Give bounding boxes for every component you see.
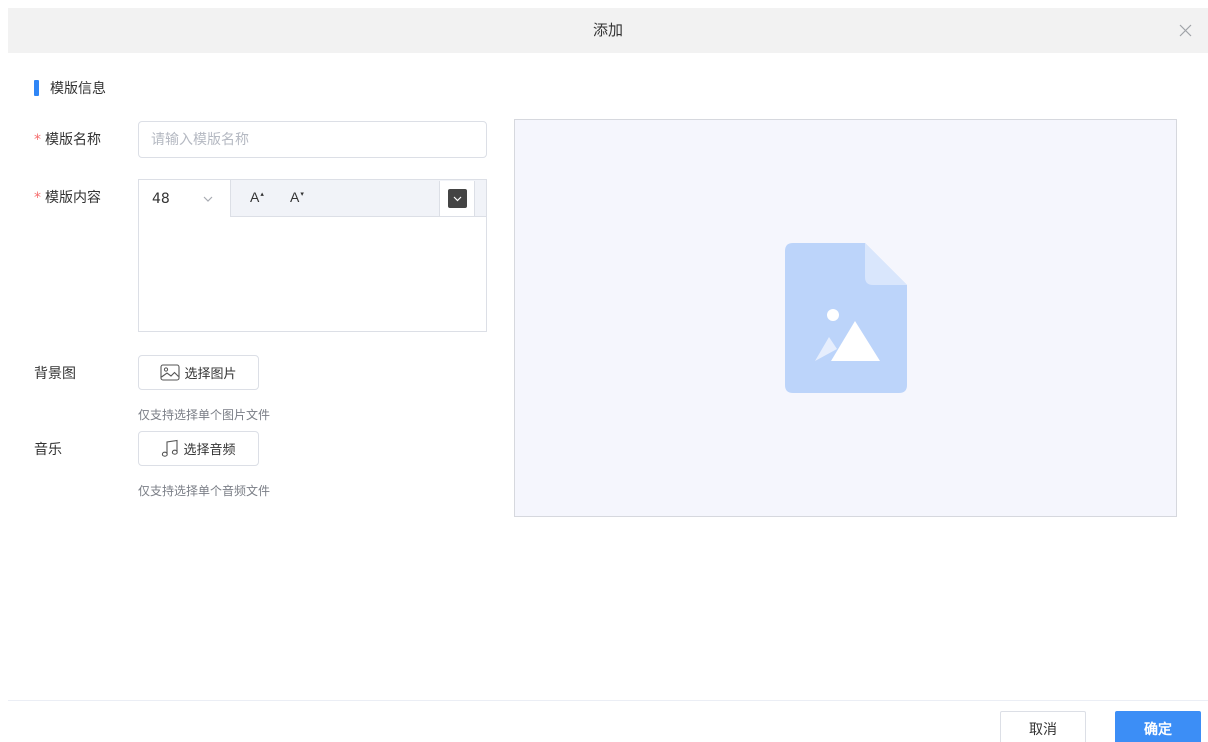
confirm-button[interactable]: 确定 — [1115, 711, 1201, 742]
section-heading: 模版信息 — [34, 78, 106, 98]
template-content-editor: 48 A▴ A▾ — [138, 179, 487, 332]
template-name-input[interactable] — [138, 121, 487, 158]
cancel-button[interactable]: 取消 — [1000, 711, 1086, 742]
font-size-value: 48 — [152, 190, 170, 207]
increase-font-size-button[interactable]: A▴ — [250, 189, 272, 209]
image-icon — [160, 364, 181, 381]
image-hint: 仅支持选择单个图片文件 — [138, 408, 271, 422]
music-label: 音乐 — [34, 442, 62, 458]
template-content-label: * 模版内容 — [34, 190, 101, 206]
music-note-icon — [162, 439, 179, 457]
decrease-marker: ▾ — [300, 191, 304, 198]
color-swatch — [447, 189, 467, 208]
increase-marker: ▴ — [260, 191, 264, 198]
decrease-font-size-button[interactable]: A▾ — [290, 189, 312, 209]
audio-hint: 仅支持选择单个音频文件 — [138, 484, 271, 498]
content-text-area[interactable] — [139, 218, 486, 331]
section-title: 模版信息 — [50, 81, 106, 97]
footer-divider — [8, 700, 1208, 701]
select-image-button[interactable]: 选择图片 — [138, 355, 259, 390]
required-mark: * — [34, 132, 41, 148]
font-size-select[interactable]: 48 — [139, 180, 231, 217]
image-file-placeholder-icon — [785, 243, 907, 393]
add-template-dialog: 添加 模版信息 *模版名称 *模版内容 48 A▴ — [0, 0, 1208, 742]
text-color-picker[interactable] — [439, 181, 475, 216]
required-mark: * — [34, 190, 41, 206]
template-preview — [514, 119, 1177, 517]
section-accent-bar — [34, 80, 39, 96]
select-audio-button[interactable]: 选择音频 — [138, 431, 259, 466]
background-label: 背景图 — [34, 366, 76, 382]
editor-toolbar: 48 A▴ A▾ — [139, 180, 486, 217]
chevron-down-icon — [203, 196, 213, 202]
close-icon[interactable] — [1177, 22, 1194, 39]
dialog-title: 添加 — [592, 21, 623, 39]
dialog-header: 添加 — [8, 8, 1208, 53]
template-name-label: * 模版名称 — [34, 132, 101, 148]
chevron-down-icon — [453, 196, 461, 202]
